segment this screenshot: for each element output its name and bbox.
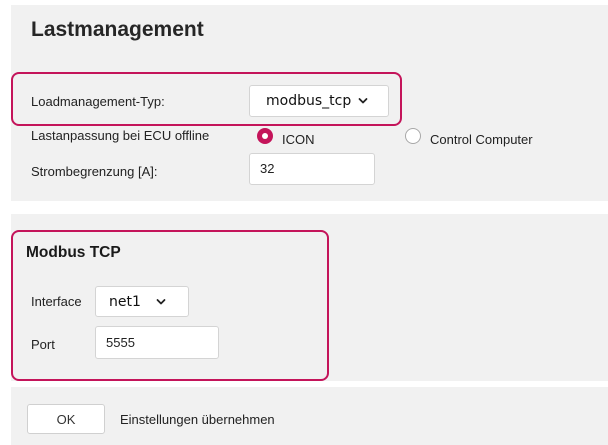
interface-label: Interface (31, 294, 82, 309)
radio-control-computer-label: Control Computer (430, 132, 533, 147)
apply-settings-label: Einstellungen übernehmen (120, 412, 275, 427)
page-title: Lastmanagement (31, 18, 204, 41)
loadmanagement-type-value: modbus_tcp (266, 93, 352, 109)
loadmanagement-type-label: Loadmanagement-Typ: (31, 94, 165, 109)
interface-select[interactable]: net1 (95, 286, 189, 317)
modbus-section-title: Modbus TCP (26, 244, 121, 261)
ok-button[interactable]: OK (27, 404, 105, 434)
radio-icon-label: ICON (282, 132, 315, 147)
interface-value: net1 (109, 293, 141, 310)
loadmanagement-type-select[interactable]: modbus_tcp (249, 85, 389, 117)
port-input[interactable]: 5555 (95, 326, 219, 359)
chevron-down-icon (156, 298, 166, 304)
chevron-down-icon (358, 98, 368, 104)
radio-control-computer-option[interactable] (405, 128, 421, 144)
radio-icon-option[interactable] (257, 128, 273, 144)
current-limit-input[interactable]: 32 (249, 153, 375, 185)
current-limit-label: Strombegrenzung [A]: (31, 164, 158, 179)
offline-adjustment-label: Lastanpassung bei ECU offline (31, 128, 210, 143)
port-label: Port (31, 337, 55, 352)
